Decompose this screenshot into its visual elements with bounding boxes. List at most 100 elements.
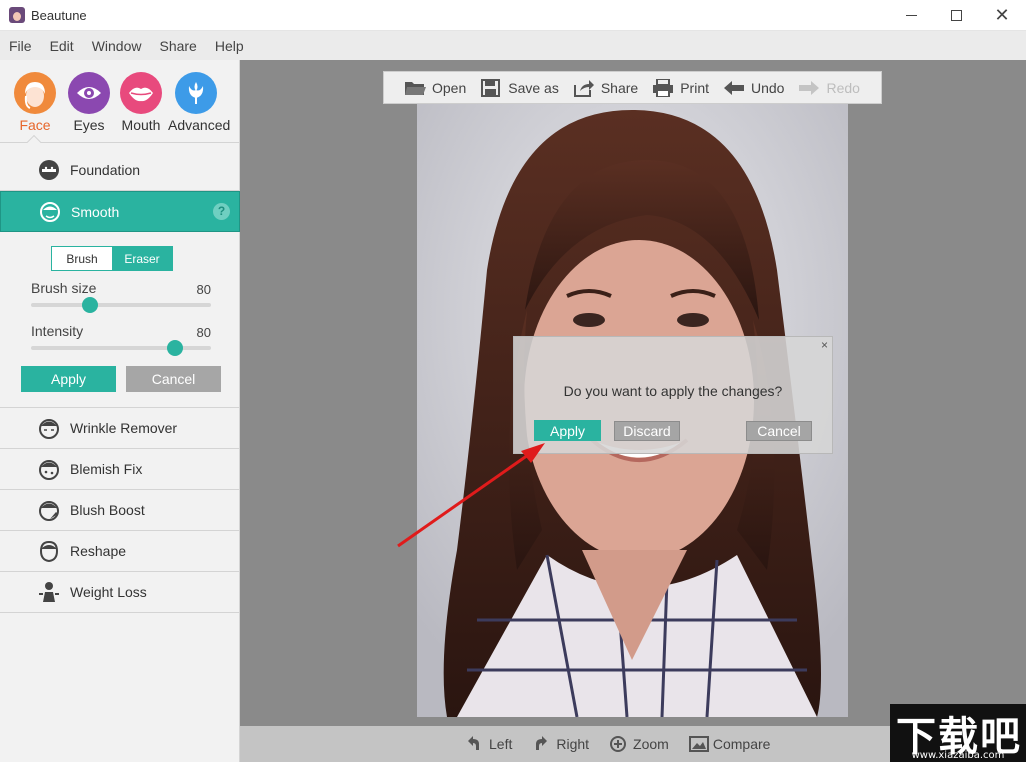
tool-blemish-fix-label: Blemish Fix: [70, 461, 143, 477]
tool-foundation[interactable]: Foundation: [0, 150, 240, 191]
tool-weight-loss-label: Weight Loss: [70, 584, 147, 600]
print-label: Print: [680, 79, 709, 96]
maximize-button[interactable]: [933, 0, 979, 31]
weight-loss-icon: [38, 581, 60, 603]
save-icon: [480, 78, 502, 97]
redo-label: Redo: [826, 79, 860, 96]
flower-icon: [175, 72, 217, 114]
folder-icon: [404, 79, 426, 97]
site-watermark: 下载吧 www.xiazaiba.com: [890, 704, 1026, 762]
category-mouth[interactable]: Mouth: [113, 72, 169, 133]
tools-panel: Face Eyes Mouth Advanced Foundation Smoo…: [0, 60, 240, 762]
minimize-button[interactable]: [888, 0, 934, 31]
save-as-button[interactable]: Save as: [480, 78, 559, 97]
apply-changes-dialog: × Do you want to apply the changes? Appl…: [513, 336, 833, 454]
reshape-icon: [38, 540, 60, 563]
undo-label: Undo: [751, 79, 785, 96]
face-icon: [14, 72, 56, 114]
rotate-left-label: Left: [489, 736, 513, 752]
close-button[interactable]: ✕: [979, 0, 1025, 31]
intensity-label: Intensity: [31, 323, 84, 339]
print-button[interactable]: Print: [652, 77, 709, 98]
foundation-icon: [38, 159, 60, 181]
tool-wrinkle-remover-label: Wrinkle Remover: [70, 420, 178, 436]
open-label: Open: [432, 79, 467, 96]
tool-smooth-label: Smooth: [71, 203, 120, 220]
menu-help[interactable]: Help: [215, 38, 244, 54]
printer-icon: [652, 77, 674, 98]
category-mouth-label: Mouth: [121, 117, 161, 133]
brush-size-slider[interactable]: [31, 297, 211, 313]
brush-mode-button[interactable]: Brush: [52, 247, 112, 270]
eye-icon: [68, 72, 110, 114]
dialog-apply-button[interactable]: Apply: [534, 420, 601, 441]
blemish-icon: [38, 458, 60, 480]
dialog-message: Do you want to apply the changes?: [563, 383, 783, 399]
help-icon[interactable]: ?: [213, 203, 230, 220]
category-eyes-label: Eyes: [73, 117, 105, 133]
apply-button[interactable]: Apply: [21, 366, 116, 392]
intensity-slider-thumb[interactable]: [167, 340, 183, 356]
app-logo-icon: [9, 7, 25, 23]
rotate-right-icon: [532, 735, 550, 753]
cancel-button[interactable]: Cancel: [126, 366, 221, 392]
brush-size-label: Brush size: [31, 280, 97, 296]
maximize-icon: [950, 10, 962, 21]
rotate-right-button[interactable]: Right: [532, 735, 589, 753]
tool-blush-boost-label: Blush Boost: [70, 502, 145, 518]
category-advanced[interactable]: Advanced: [168, 72, 231, 133]
undo-button[interactable]: Undo: [723, 79, 784, 97]
minimize-icon: [905, 15, 917, 16]
category-eyes[interactable]: Eyes: [61, 72, 117, 133]
dialog-discard-button[interactable]: Discard: [614, 421, 680, 441]
share-icon: [573, 79, 595, 97]
compare-button[interactable]: Compare: [688, 735, 771, 753]
dialog-cancel-button[interactable]: Cancel: [746, 421, 812, 441]
title-bar: Beautune ✕: [0, 0, 1026, 31]
blush-icon: [38, 499, 60, 521]
main-toolbar: Open Save as Share Print Undo Redo: [383, 71, 882, 104]
tool-smooth[interactable]: Smooth ?: [0, 191, 240, 232]
tool-reshape-label: Reshape: [70, 543, 127, 559]
tool-blemish-fix[interactable]: Blemish Fix: [0, 449, 240, 490]
zoom-button[interactable]: Zoom: [609, 735, 669, 753]
menu-edit[interactable]: Edit: [50, 38, 74, 54]
tool-reshape[interactable]: Reshape: [0, 531, 240, 572]
tool-weight-loss[interactable]: Weight Loss: [0, 572, 240, 613]
menu-share[interactable]: Share: [159, 38, 196, 54]
window-title: Beautune: [31, 8, 87, 23]
rotate-left-button[interactable]: Left: [465, 735, 512, 753]
compare-label: Compare: [712, 736, 771, 752]
brush-size-slider-thumb[interactable]: [82, 297, 99, 313]
tool-foundation-label: Foundation: [70, 162, 141, 178]
category-face-label: Face: [19, 117, 51, 133]
undo-icon: [723, 79, 745, 97]
open-button[interactable]: Open: [404, 79, 466, 97]
menu-bar: File Edit Window Share Help: [0, 31, 1026, 60]
brush-size-value: 80: [196, 282, 211, 297]
intensity-value: 80: [196, 325, 211, 340]
redo-button[interactable]: Redo: [798, 79, 860, 97]
smooth-settings: Brush Eraser Brush size 80 Intensity 80 …: [0, 231, 240, 408]
rotate-left-icon: [465, 735, 483, 753]
dialog-close-icon[interactable]: ×: [821, 338, 828, 352]
category-face[interactable]: Face: [7, 72, 63, 133]
share-label: Share: [600, 79, 639, 96]
watermark-url: www.xiazaiba.com: [911, 750, 1005, 761]
zoom-label: Zoom: [633, 736, 669, 752]
share-button[interactable]: Share: [573, 79, 638, 97]
intensity-slider[interactable]: [31, 340, 211, 356]
tool-wrinkle-remover[interactable]: Wrinkle Remover: [0, 408, 240, 449]
menu-window[interactable]: Window: [92, 38, 142, 54]
image-icon: [688, 735, 709, 753]
lips-icon: [120, 72, 162, 114]
eraser-mode-button[interactable]: Eraser: [112, 247, 172, 270]
zoom-icon: [609, 735, 627, 753]
rotate-right-label: Right: [556, 736, 590, 752]
wrinkle-icon: [38, 417, 60, 439]
tool-blush-boost[interactable]: Blush Boost: [0, 490, 240, 531]
redo-icon: [798, 79, 820, 97]
menu-file[interactable]: File: [9, 38, 32, 54]
category-advanced-label: Advanced: [168, 117, 231, 133]
smooth-face-icon: [39, 201, 61, 223]
